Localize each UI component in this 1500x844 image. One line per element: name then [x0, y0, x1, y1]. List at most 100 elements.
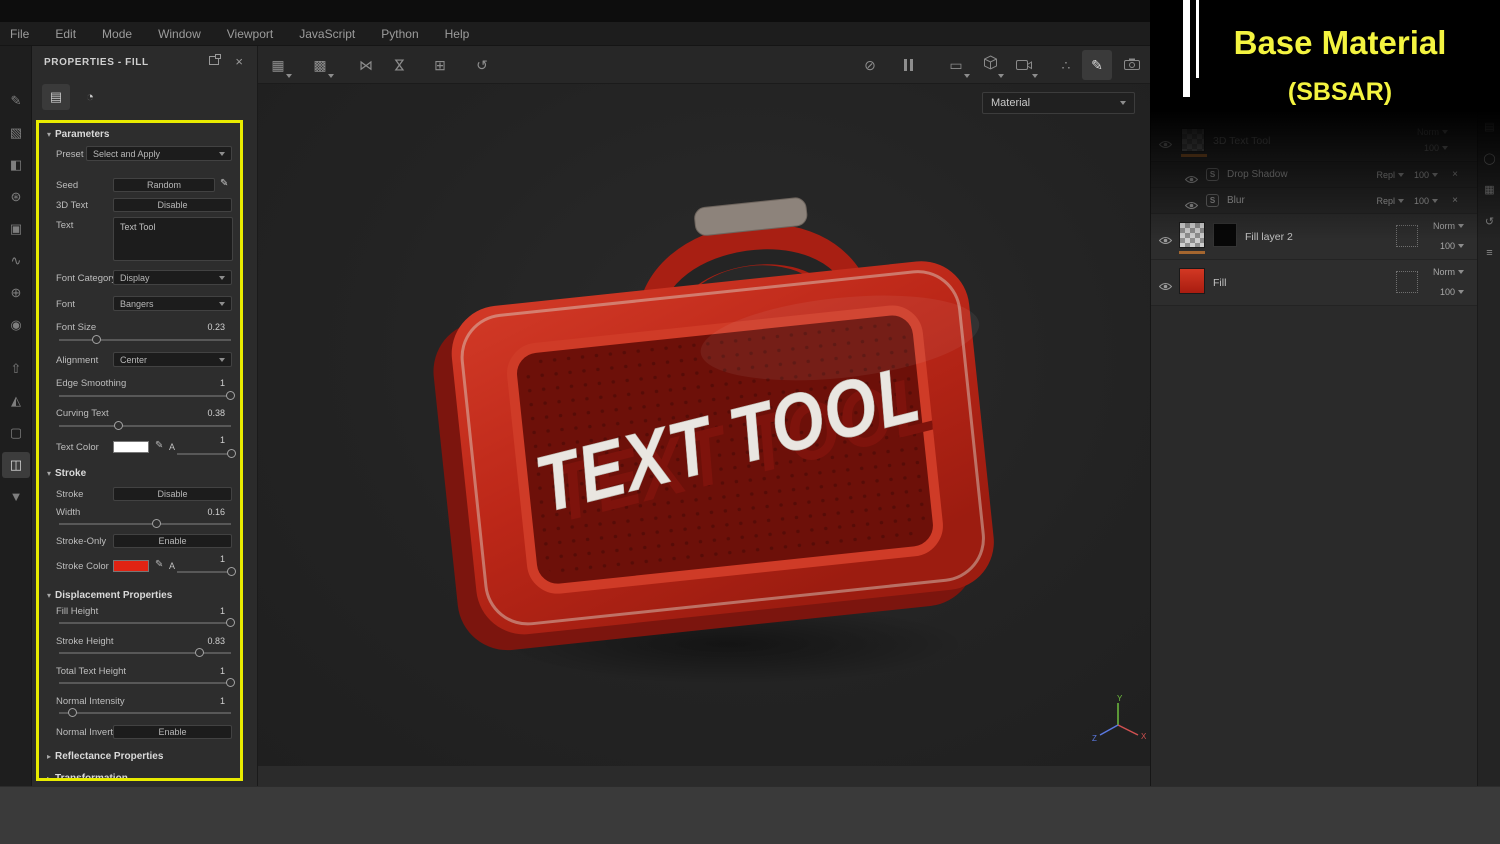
slider-knob[interactable]: [91, 335, 101, 344]
opacity-dropdown[interactable]: 100: [1440, 287, 1464, 297]
slider-knob[interactable]: [227, 449, 236, 458]
3d-text-toggle-button[interactable]: Disable: [113, 198, 232, 212]
dock-icon[interactable]: [209, 54, 221, 65]
polygon-fill-tool-icon[interactable]: ⊛: [2, 184, 30, 210]
geometry-icon[interactable]: ◭: [2, 388, 30, 414]
material-picker-icon[interactable]: ◉: [2, 312, 30, 338]
font-size-value: 0.23: [207, 322, 225, 332]
fill-height-slider[interactable]: [59, 618, 235, 627]
projection-tool-icon[interactable]: ◧: [2, 152, 30, 178]
preset-dropdown[interactable]: Select and Apply: [86, 146, 232, 161]
total-text-height-label: Total Text Height: [56, 666, 127, 677]
layer-name[interactable]: Fill: [1213, 277, 1226, 289]
normal-intensity-slider[interactable]: [59, 708, 231, 717]
font-label: Font: [56, 299, 76, 310]
chevron-down-icon: [1120, 101, 1126, 105]
stroke-toggle-button[interactable]: Disable: [113, 487, 232, 501]
3d-viewport[interactable]: Material TEXT TOOL TEXT TOOL Y X Z: [258, 84, 1150, 766]
menu-help[interactable]: Help: [445, 27, 470, 41]
symmetry-x-icon[interactable]: ⋈: [354, 53, 378, 77]
text-color-alpha-slider[interactable]: [177, 449, 236, 458]
stroke-color-swatch[interactable]: [113, 560, 149, 572]
slider-knob[interactable]: [226, 618, 235, 627]
menu-python[interactable]: Python: [381, 27, 418, 41]
panel-title: PROPERTIES - FILL: [44, 57, 149, 68]
history-icon[interactable]: ↺: [470, 53, 494, 77]
font-size-slider[interactable]: [59, 335, 231, 344]
stroke-color-label: Stroke Color: [56, 561, 109, 572]
frame-icon[interactable]: ▢: [2, 420, 30, 446]
snapshot-camera-icon[interactable]: [1120, 53, 1144, 77]
stroke-color-alpha-slider[interactable]: [177, 567, 236, 576]
layers-list-icon[interactable]: ≡: [1478, 247, 1500, 259]
stroke-color-alpha-value: 1: [219, 554, 225, 564]
menu-javascript[interactable]: JavaScript: [299, 27, 355, 41]
export-icon[interactable]: ⇧: [2, 356, 30, 382]
blend-mode-dropdown[interactable]: Norm: [1433, 267, 1464, 277]
drop-icon[interactable]: ▼: [2, 484, 30, 510]
particles-icon[interactable]: ∴: [1054, 53, 1078, 77]
smudge-tool-icon[interactable]: ∿: [2, 248, 30, 274]
slider-knob[interactable]: [227, 567, 236, 576]
curving-text-slider[interactable]: [59, 421, 231, 430]
chevron-down-icon: [998, 74, 1004, 78]
stamp-tool-icon[interactable]: ▣: [2, 216, 30, 242]
layer-thumbnail[interactable]: [1179, 268, 1205, 294]
menu-window[interactable]: Window: [158, 27, 201, 41]
slider-knob[interactable]: [195, 648, 205, 657]
stroke-height-slider[interactable]: [59, 648, 231, 657]
edge-smoothing-slider[interactable]: [59, 391, 235, 400]
material-slot-box[interactable]: [1396, 271, 1418, 293]
section-transformation[interactable]: ▸ Transformation: [47, 773, 128, 778]
normal-invert-button[interactable]: Enable: [113, 725, 232, 739]
pencil-tool-icon[interactable]: ✎: [1082, 50, 1112, 80]
alpha-label: A: [169, 442, 176, 452]
slider-knob[interactable]: [67, 708, 77, 717]
add-frame-icon[interactable]: ⊞: [428, 53, 452, 77]
chevron-down-icon: [219, 301, 225, 306]
alignment-dropdown[interactable]: Center: [113, 352, 232, 367]
edit-seed-icon[interactable]: ✎: [220, 178, 228, 189]
seed-random-button[interactable]: Random: [113, 178, 215, 192]
paint-tool-icon[interactable]: ✎: [2, 88, 30, 114]
slider-knob[interactable]: [114, 421, 124, 430]
stroke-only-button[interactable]: Enable: [113, 534, 232, 548]
total-text-height-slider[interactable]: [59, 678, 235, 687]
eyedropper-icon[interactable]: ✎: [155, 440, 163, 451]
slider-knob[interactable]: [152, 519, 162, 528]
preset-label: Preset: [56, 149, 84, 160]
close-icon[interactable]: ×: [235, 55, 243, 68]
opacity-dropdown[interactable]: 100: [1440, 241, 1464, 251]
material-tab-icon[interactable]: ▤: [42, 84, 70, 110]
eyedropper-icon[interactable]: ✎: [155, 559, 163, 570]
normal-invert-label: Normal Invert: [56, 727, 114, 738]
text-input[interactable]: Text Tool: [113, 217, 233, 261]
slider-knob[interactable]: [226, 391, 235, 400]
menu-edit[interactable]: Edit: [55, 27, 76, 41]
layer-row[interactable]: Fill Norm 100: [1151, 260, 1478, 306]
section-parameters[interactable]: ▾ Parameters: [47, 129, 110, 140]
font-dropdown[interactable]: Bangers: [113, 296, 232, 311]
section-displacement[interactable]: ▾ Displacement Properties: [47, 590, 172, 601]
menu-file[interactable]: File: [10, 27, 29, 41]
slider-knob[interactable]: [226, 678, 235, 687]
clone-tool-icon[interactable]: ⊕: [2, 280, 30, 306]
material-mode-dropdown[interactable]: Material: [982, 92, 1135, 114]
stroke-height-label: Stroke Height: [56, 636, 114, 647]
menu-mode[interactable]: Mode: [102, 27, 132, 41]
menu-viewport[interactable]: Viewport: [227, 27, 273, 41]
axis-y-label: Y: [1117, 695, 1123, 703]
symmetry-y-icon[interactable]: ⋈: [388, 53, 412, 77]
section-stroke[interactable]: ▾ Stroke: [47, 468, 86, 479]
width-slider[interactable]: [59, 519, 231, 528]
fill-tab-icon[interactable]: ◔: [76, 84, 104, 110]
hide-ui-icon[interactable]: ⊘: [858, 53, 882, 77]
pause-icon[interactable]: [904, 59, 913, 71]
font-category-dropdown[interactable]: Display: [113, 270, 232, 285]
eraser-tool-icon[interactable]: ▧: [2, 120, 30, 146]
view-mode-icon[interactable]: ◫: [2, 452, 30, 478]
visibility-eye-icon[interactable]: [1158, 278, 1173, 290]
stroke-height-value: 0.83: [207, 636, 225, 646]
text-color-swatch[interactable]: [113, 441, 149, 453]
section-reflectance[interactable]: ▸ Reflectance Properties: [47, 751, 163, 762]
